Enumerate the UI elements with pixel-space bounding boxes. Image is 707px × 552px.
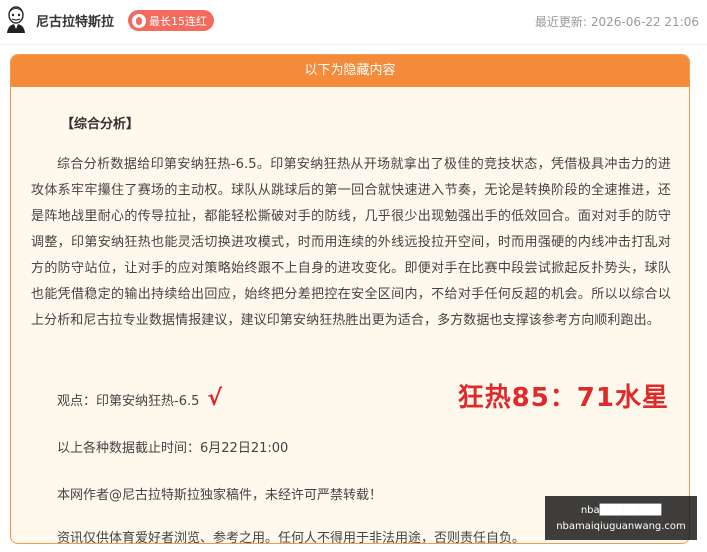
fire-icon <box>132 13 146 28</box>
copyright-notice: 本网作者@尼古拉特斯拉独家稿件，未经许可严禁转载！ <box>57 488 383 503</box>
author-avatar[interactable] <box>4 6 28 34</box>
watermark-line-1: nba████████ <box>580 505 662 516</box>
last-updated-label: 最近更新: <box>534 15 587 29</box>
page-header: 尼古拉特斯拉 最长15连红 最近更新: 2026-06-22 21:06 <box>0 0 707 44</box>
last-updated: 最近更新: 2026-06-22 21:06 <box>531 13 699 30</box>
author-name[interactable]: 尼古拉特斯拉 <box>36 11 114 30</box>
last-updated-time: 2026-06-22 21:06 <box>590 15 699 29</box>
data-cutoff-time: 以上各种数据截止时间：6月22日21:00 <box>57 441 289 456</box>
disclaimer-text: 资讯仅供体育爱好者浏览、参考之用。任何人不得用于非法用途，否则责任自负。 <box>57 531 526 544</box>
section-title: 【综合分析】 <box>61 117 140 132</box>
streak-badge: 最长15连红 <box>128 10 214 31</box>
hidden-content-title: 以下为隐藏内容 <box>11 55 689 87</box>
predicted-score: 狂热85：71水星 <box>457 383 669 413</box>
analysis-paragraph: 综合分析数据给印第安纳狂热-6.5。印第安纳狂热从开场就拿出了极佳的竞技状态，凭… <box>31 157 671 328</box>
watermark-line-2: nbamaiqiuguanwang.com <box>556 521 686 532</box>
header-divider <box>0 44 707 45</box>
check-mark-icon: √ <box>207 386 223 411</box>
hidden-content-panel: 以下为隐藏内容 【综合分析】 综合分析数据给印第安纳狂热-6.5。印第安纳狂热从… <box>10 54 690 544</box>
site-watermark: nba████████ nbamaiqiuguanwang.com <box>545 496 697 540</box>
prediction-view: 观点：印第安纳狂热-6.5 √ <box>57 388 222 410</box>
streak-badge-label: 最长15连红 <box>149 14 207 28</box>
prediction-label: 观点：印第安纳狂热-6.5 <box>57 393 200 409</box>
